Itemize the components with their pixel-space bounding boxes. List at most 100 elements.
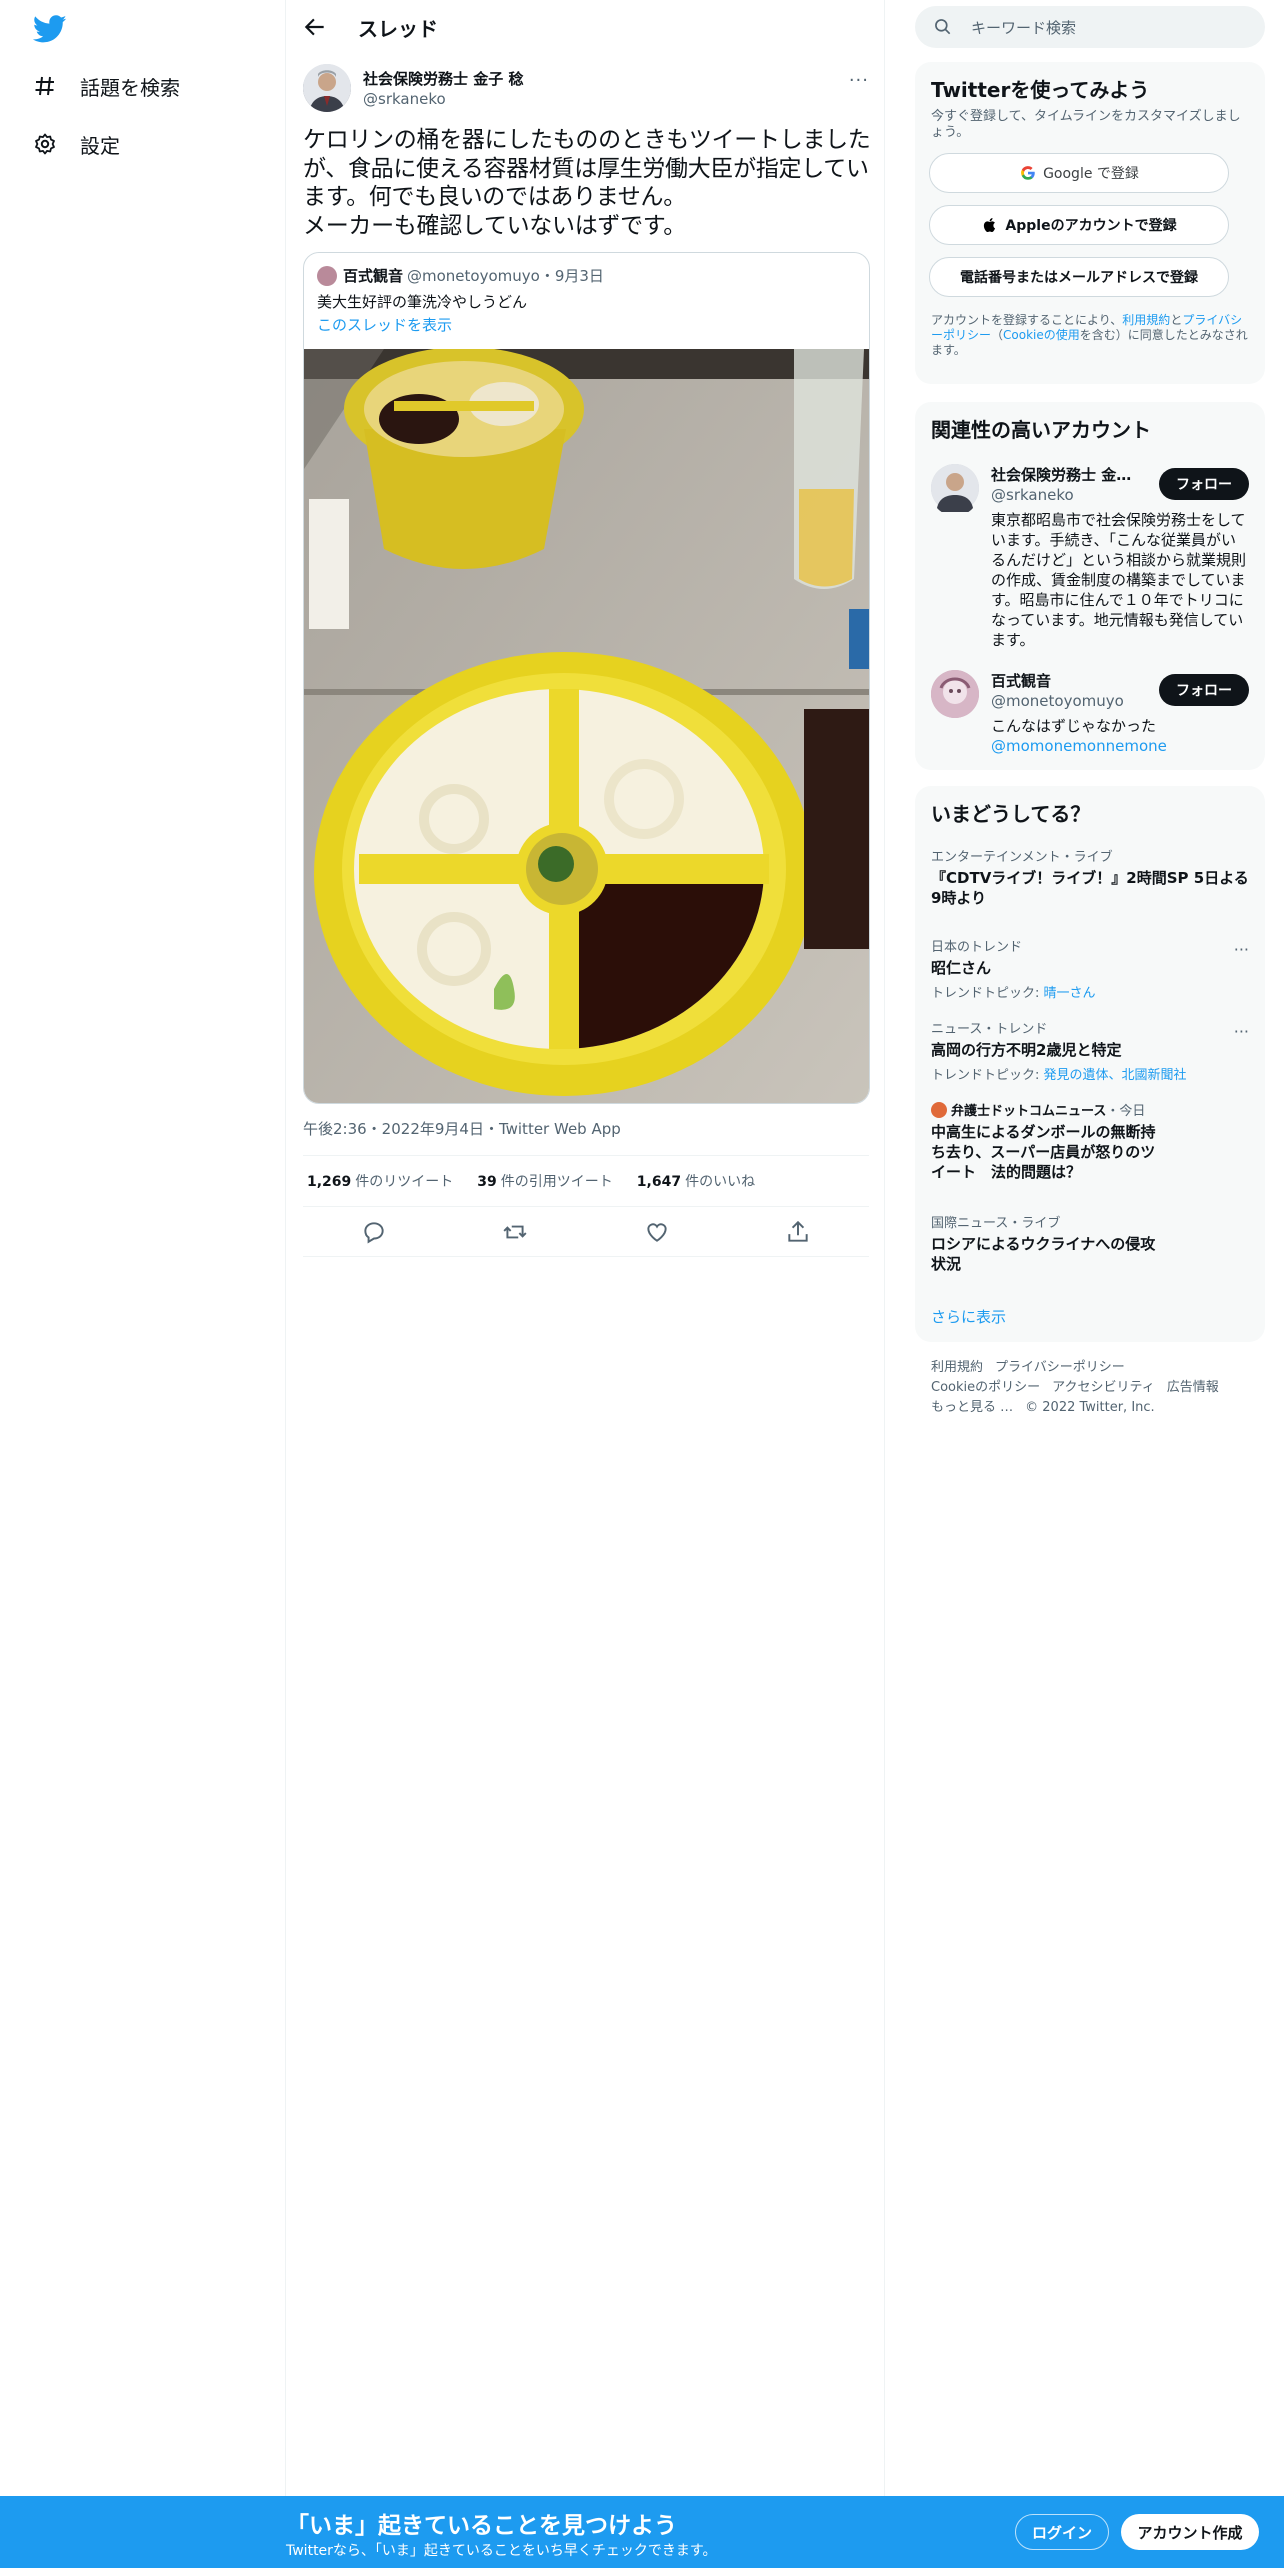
more-options-icon[interactable]: ··· (1234, 1022, 1249, 1041)
signup-title: Twitterを使ってみよう (931, 78, 1150, 102)
related-accounts-card: 関連性の高いアカウント 社会保険労務士 金子… @srkaneko フォロー 東… (915, 402, 1265, 770)
nav-explore[interactable]: 話題を検索 (30, 60, 180, 112)
hashtag-icon (30, 71, 60, 101)
create-account-button[interactable]: アカウント作成 (1121, 2514, 1259, 2550)
legal-pre: アカウントを登録することにより、 (931, 313, 1123, 327)
quotes-stat[interactable]: 39 件の引用ツイート (477, 1171, 612, 1191)
quoted-photo[interactable] (304, 349, 870, 1104)
author-name[interactable]: 社会保険労務士 金子 稔 (363, 68, 523, 89)
trend-item[interactable]: 弁護士ドットコムニュース ・今日 中高生によるダンボールの無断持ち去り、スーパー店… (931, 1100, 1249, 1182)
trend-meta: 日本のトレンド (931, 940, 1023, 955)
footer-privacy-link[interactable]: プライバシーポリシー (995, 1360, 1125, 1375)
retweets-stat[interactable]: 1,269 件のリツイート (307, 1171, 453, 1191)
footer-terms-link[interactable]: 利用規約 (931, 1360, 983, 1375)
show-more-link[interactable]: さらに表示 (931, 1306, 1006, 1327)
google-signup-label: Google で登録 (1043, 166, 1139, 182)
phone-email-signup-label: 電話番号またはメールアドレスで登録 (960, 270, 1198, 286)
account-handle[interactable]: @monetoyomuyo (991, 692, 1124, 710)
left-nav: 話題を検索 設定 (0, 0, 285, 2568)
nav-settings[interactable]: 設定 (30, 118, 120, 170)
phone-email-signup-button[interactable]: 電話番号またはメールアドレスで登録 (929, 257, 1229, 297)
google-signup-button[interactable]: Google で登録 (929, 153, 1229, 193)
footer-accessibility-link[interactable]: アクセシビリティ (1052, 1380, 1155, 1395)
banner-title: 「いま」起きていることを見つけよう (286, 2513, 677, 2539)
back-arrow-icon[interactable] (302, 14, 328, 40)
trend-item[interactable]: ニュース・トレンド 高岡の行方不明2歳児と特定 トレンドトピック: 発見の遺体、… (931, 1018, 1249, 1083)
more-options-icon[interactable]: ··· (1234, 940, 1249, 959)
share-icon[interactable] (785, 1219, 811, 1245)
account-avatar[interactable] (931, 464, 979, 517)
search-box[interactable]: キーワード検索 (915, 6, 1265, 48)
quoted-date: ・9月3日 (539, 267, 604, 285)
trend-topic-label: トレンドトピック: (931, 986, 1044, 1001)
google-icon (1021, 166, 1035, 180)
author-avatar[interactable] (303, 64, 351, 112)
account-handle[interactable]: @srkaneko (991, 486, 1074, 504)
quotes-count: 39 (477, 1174, 497, 1190)
likes-stat[interactable]: 1,647 件のいいね (637, 1171, 755, 1191)
trends-title: いまどうしてる？ (931, 802, 1091, 826)
search-input[interactable]: キーワード検索 (971, 17, 1076, 38)
trend-meta: ニュース・トレンド (931, 1022, 1048, 1037)
account-bio: 東京都昭島市で社会保険労務士をしています。手続き、「こんな従業員がいるんだけど」… (991, 511, 1247, 649)
quoted-name: 百式観音 (343, 267, 404, 285)
trend-topic: トレンドトピック: 発見の遺体、北國新聞社 (931, 1064, 1249, 1083)
quoted-tweet[interactable]: 百式観音 @monetoyomuyo ・9月3日 美大生好評の筆洗冷やしうどん … (303, 252, 870, 1104)
account-item[interactable]: 社会保険労務士 金子… @srkaneko フォロー 東京都昭島市で社会保険労務… (931, 464, 1249, 649)
twitter-logo-icon[interactable] (30, 12, 70, 46)
news-source: 弁護士ドットコムニュース (951, 1104, 1107, 1119)
trend-item[interactable]: エンターテインメント・ライブ 『CDTVライブ！ライブ！』2時間SP 5日よる9… (931, 846, 1249, 908)
likes-label: 件のいいね (685, 1174, 756, 1190)
author-handle[interactable]: @srkaneko (363, 90, 446, 108)
bottom-signup-banner: 「いま」起きていることを見つけよう Twitterなら、「いま」起きていることを… (0, 2496, 1284, 2568)
account-bio-link[interactable]: @momonemonnemone (991, 737, 1167, 755)
apple-signup-button[interactable]: Appleのアカウントで登録 (929, 205, 1229, 245)
terms-link[interactable]: 利用規約 (1122, 313, 1170, 327)
follow-button[interactable]: フォロー (1159, 674, 1249, 706)
trend-name: 高岡の行方不明2歳児と特定 (931, 1041, 1122, 1059)
news-source-icon (931, 1101, 947, 1118)
tweet-author: 社会保険労務士 金子 稔 @srkaneko ··· (303, 64, 869, 114)
quotes-label: 件の引用ツイート (500, 1174, 613, 1190)
account-name[interactable]: 社会保険労務士 金子… (991, 464, 1141, 485)
reply-icon[interactable] (361, 1219, 387, 1245)
tweet-text: ケロリンの桶を器にしたもののときもツイートしましたが、食品に使える容器材質は厚生… (303, 127, 871, 239)
cookie-link[interactable]: Cookieの使用 (1003, 328, 1080, 342)
related-title: 関連性の高いアカウント (931, 418, 1151, 442)
like-heart-icon[interactable] (644, 1219, 670, 1245)
footer-more-link[interactable]: もっと見る … (931, 1400, 1013, 1415)
trend-meta: 国際ニュース・ライブ (931, 1216, 1061, 1231)
show-thread-link[interactable]: このスレッドを表示 (317, 314, 452, 335)
retweet-icon[interactable] (502, 1219, 528, 1245)
thread-header: スレッド (286, 0, 886, 54)
login-button[interactable]: ログイン (1015, 2514, 1109, 2550)
account-item[interactable]: 百式観音 @monetoyomuyo フォロー こんなはずじゃなかった @momo… (931, 670, 1249, 760)
follow-button[interactable]: フォロー (1159, 468, 1249, 500)
footer-ads-link[interactable]: 広告情報 (1167, 1380, 1219, 1395)
account-bio-text: こんなはずじゃなかった (991, 717, 1157, 735)
signup-description: 今すぐ登録して、タイムラインをカスタマイズしましょう。 (931, 109, 1241, 140)
quoted-text: 美大生好評の筆洗冷やしうどん (317, 293, 528, 311)
apple-signup-label: Appleのアカウントで登録 (1005, 218, 1177, 234)
news-time: ・今日 (1106, 1104, 1146, 1119)
trend-name: 中高生によるダンボールの無断持ち去り、スーパー店員が怒りのツイート 法的問題は？ (931, 1123, 1156, 1181)
more-options-icon[interactable]: ··· (849, 70, 869, 91)
trend-item[interactable]: 日本のトレンド 昭仁さん トレンドトピック: 晴一さん ··· (931, 936, 1249, 1001)
account-name[interactable]: 百式観音 (991, 670, 1141, 691)
tweet-timestamp[interactable]: 午後2:36・2022年9月4日・Twitter Web App (303, 1118, 621, 1139)
account-avatar[interactable] (931, 670, 979, 718)
trend-topic-label: トレンドトピック: (931, 1068, 1044, 1083)
footer-cookie-link[interactable]: Cookieのポリシー (931, 1380, 1040, 1395)
trend-item[interactable]: 国際ニュース・ライブ ロシアによるウクライナへの侵攻状況 (931, 1212, 1249, 1274)
page-title: スレッド (358, 17, 438, 41)
apple-icon (984, 217, 996, 232)
tweet-actions (303, 1207, 869, 1257)
trend-topic: トレンドトピック: 晴一さん (931, 982, 1249, 1001)
quoted-handle: @monetoyomuyo (407, 266, 540, 285)
thread-column: スレッド 社会保険労務士 金子 稔 @srkaneko ··· ケロリンの桶を器… (285, 0, 885, 2500)
trend-topic-link[interactable]: 発見の遺体、北國新聞社 (1044, 1068, 1187, 1083)
trend-topic-link[interactable]: 晴一さん (1044, 986, 1096, 1001)
cookie-pre: （ (991, 328, 1004, 342)
page: 話題を検索 設定 スレッド 社会保険労務士 金子 稔 @srkaneko ···… (0, 0, 1284, 2568)
nav-settings-label: 設定 (80, 133, 120, 158)
